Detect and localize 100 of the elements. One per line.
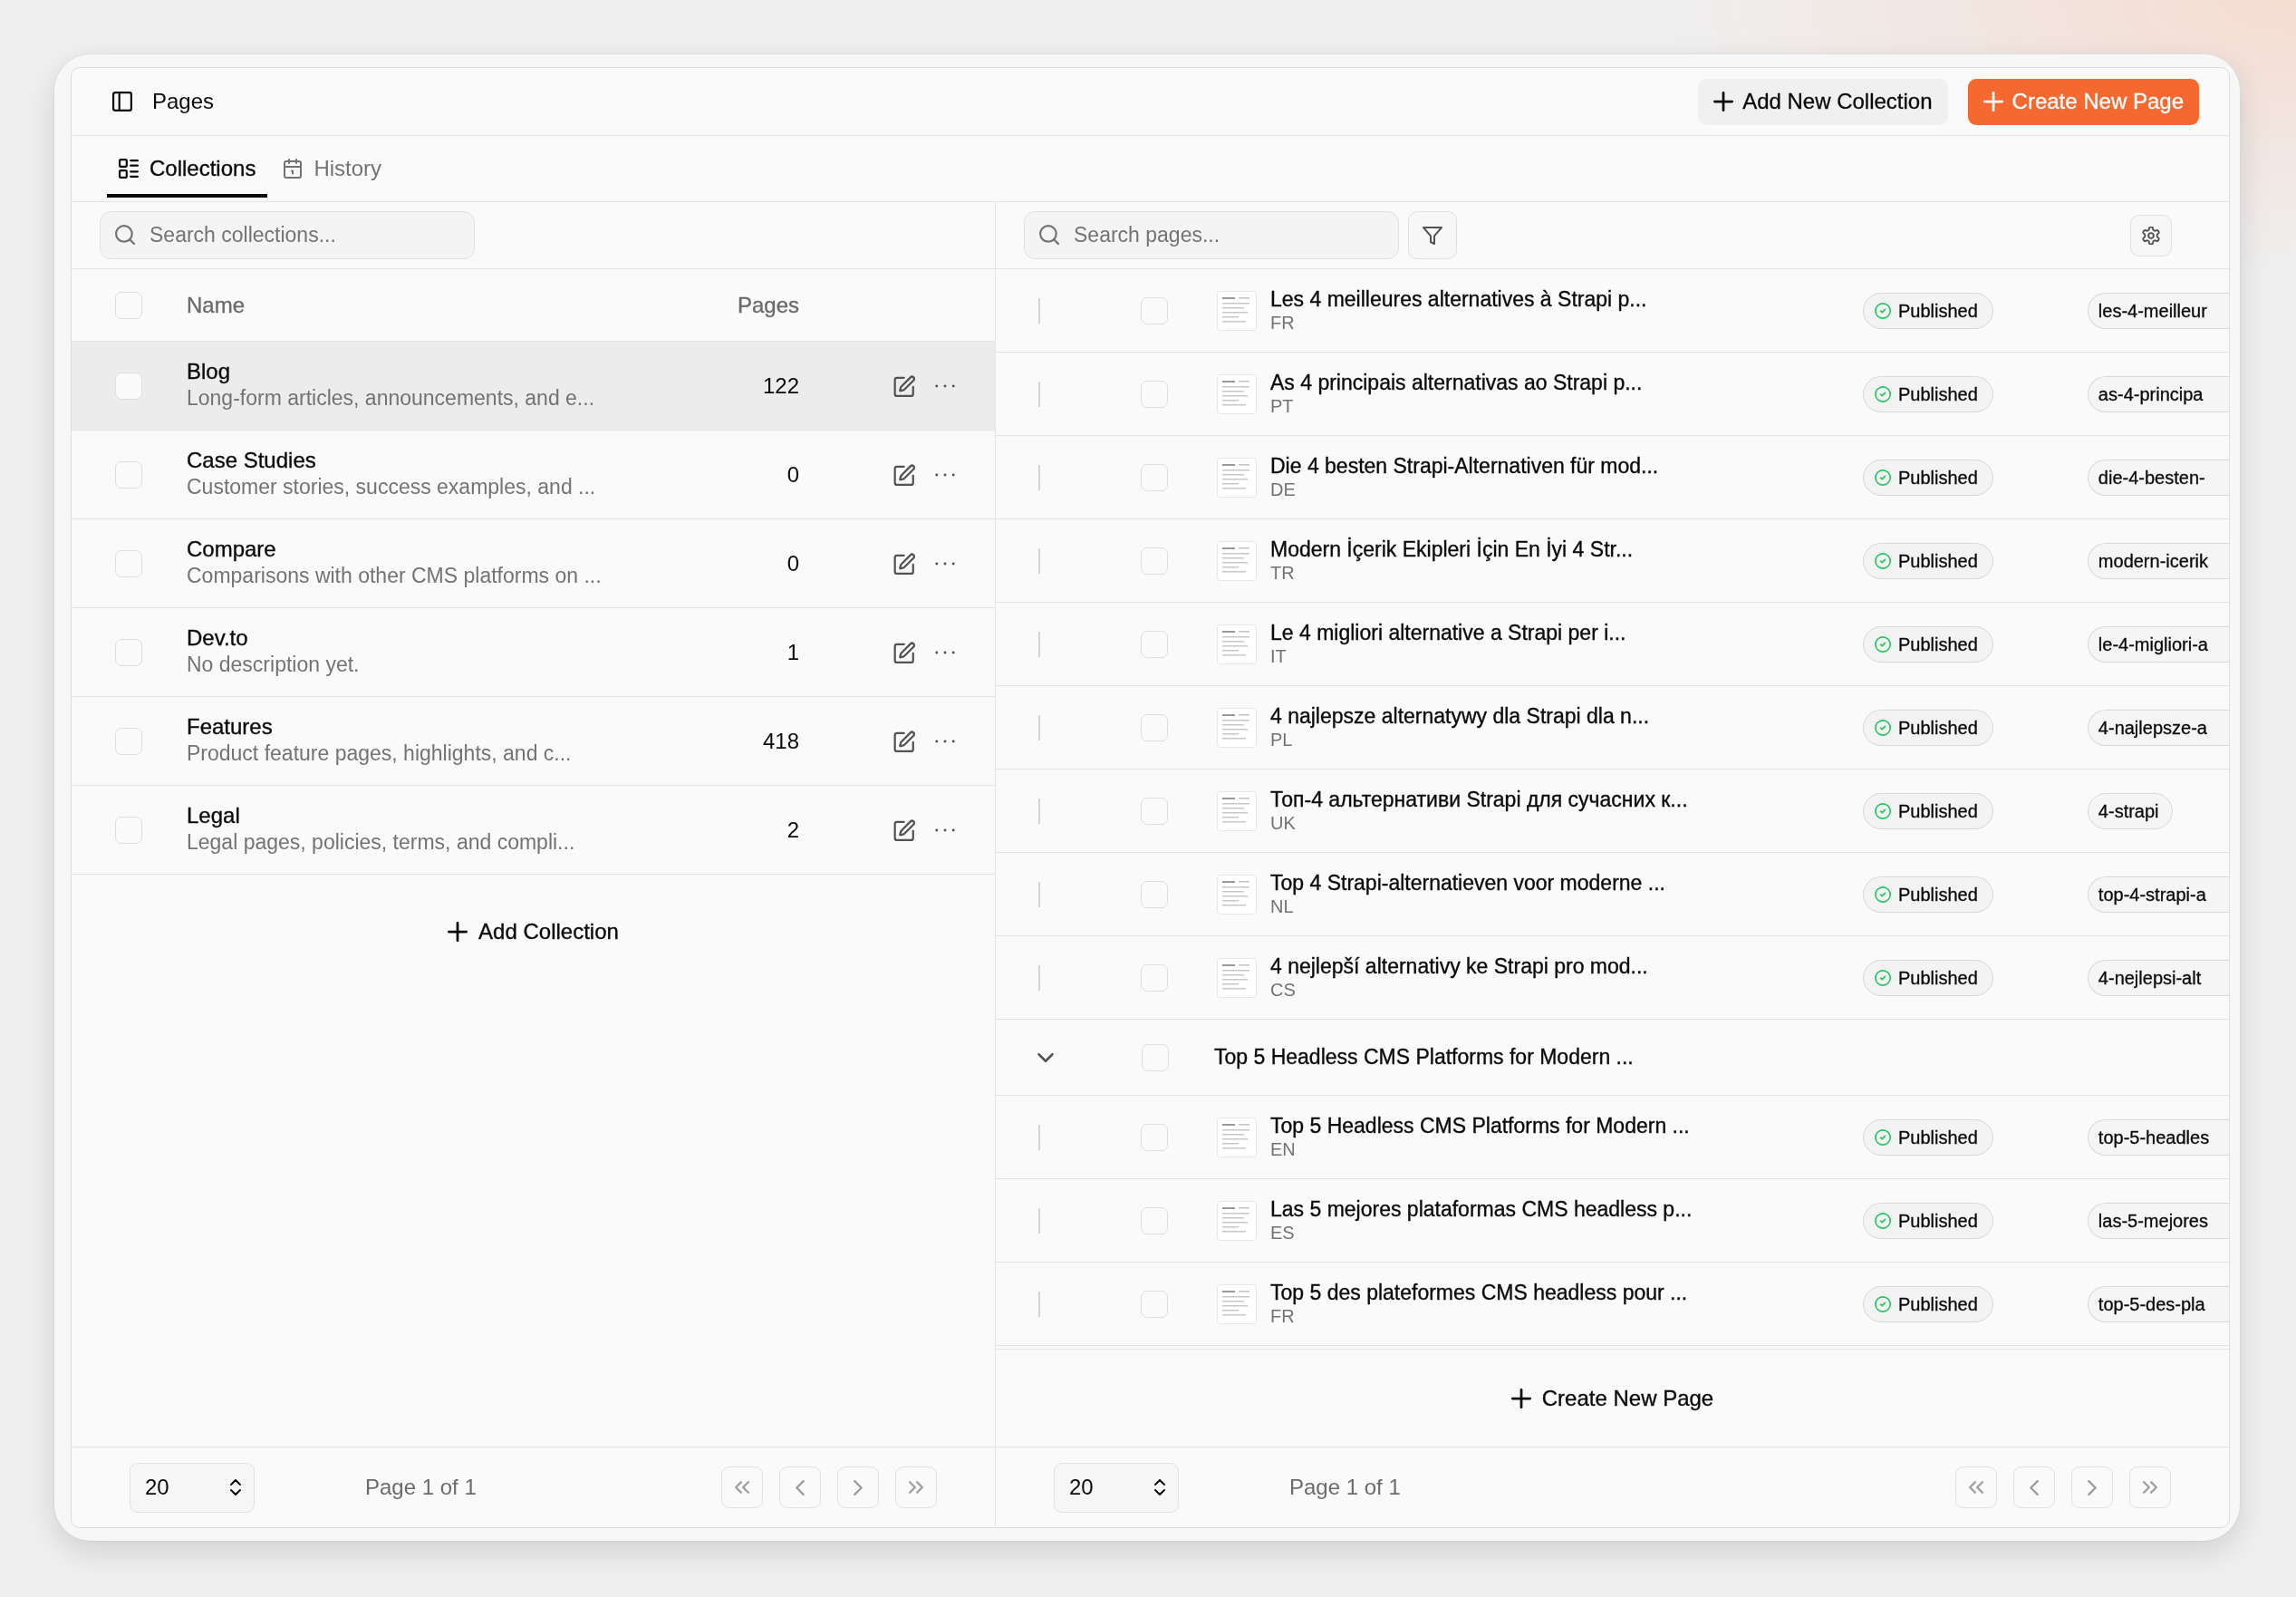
page-title[interactable]: Le 4 migliori alternative a Strapi per i... [1270, 619, 1626, 646]
checkbox[interactable] [1141, 713, 1168, 741]
plus-icon [448, 922, 468, 942]
check-circle-icon [1875, 1295, 1891, 1312]
page-title[interactable]: 4 nejlepší alternativy ke Strapi pro mod... [1270, 953, 1648, 980]
checkbox[interactable] [1141, 296, 1168, 324]
more-icon[interactable] [934, 560, 956, 566]
checkbox[interactable] [1141, 1206, 1168, 1234]
page-title[interactable]: Top 5 des plateformes CMS headless pour ... [1270, 1279, 1688, 1306]
slug-tag: modern-icerik [2087, 542, 2229, 579]
checkbox[interactable] [1141, 463, 1168, 491]
language-code: FR [1270, 312, 1295, 335]
collection-description: Product feature pages, highlights, and c... [187, 740, 572, 767]
more-icon[interactable] [934, 738, 956, 744]
check-circle-icon [1875, 1128, 1891, 1146]
page-count: 0 [786, 549, 799, 577]
check-circle-icon [1875, 886, 1891, 903]
more-icon[interactable] [934, 382, 956, 389]
status-badge: Published [1863, 1202, 1993, 1239]
checkbox[interactable] [1141, 630, 1168, 658]
checkbox[interactable] [1141, 380, 1168, 408]
edit-icon[interactable] [893, 552, 915, 575]
checkbox[interactable] [115, 638, 142, 666]
plus-icon [1713, 92, 1734, 111]
checkbox[interactable] [1142, 1043, 1169, 1071]
language-code: EN [1270, 1138, 1296, 1162]
check-circle-icon [1875, 1212, 1891, 1229]
check-circle-icon [1875, 802, 1891, 819]
slug-tag: top-5-headles [2087, 1118, 2229, 1156]
more-icon[interactable] [934, 471, 956, 478]
edit-icon[interactable] [893, 374, 915, 397]
checkbox[interactable] [1141, 880, 1168, 908]
checkbox[interactable] [1141, 547, 1168, 575]
page-title[interactable]: 4 najlepsze alternatywy dla Strapi dla n... [1270, 702, 1650, 730]
page-title[interactable]: As 4 principais alternativas ao Strapi p... [1270, 369, 1643, 396]
tree-line [1038, 714, 1040, 740]
language-code: PL [1270, 729, 1293, 752]
collection-name: Case Studies [187, 448, 316, 474]
document-thumbnail-icon [1217, 1283, 1257, 1324]
settings-button[interactable] [2130, 214, 2172, 256]
chevron-down-icon[interactable] [1037, 1052, 1054, 1062]
search-field[interactable]: Search pages... [1024, 211, 1399, 259]
page-title[interactable]: Modern İçerik Ekipleri İçin En İyi 4 Str... [1270, 536, 1634, 563]
page-title[interactable]: Top 5 Headless CMS Platforms for Modern ... [1270, 1112, 1690, 1139]
add-collection-button[interactable]: Add Collection [439, 912, 628, 952]
edit-icon[interactable] [893, 463, 915, 486]
sidebar-toggle-icon[interactable] [112, 92, 132, 111]
checkbox[interactable] [115, 460, 142, 489]
tab[interactable]: Collections [107, 143, 268, 198]
chevron-left-icon [796, 1479, 805, 1495]
checkbox[interactable] [1141, 1290, 1168, 1318]
checkbox[interactable] [1141, 1123, 1168, 1151]
check-circle-icon [1875, 719, 1891, 736]
page-size-select[interactable]: 20 [1054, 1462, 1179, 1513]
check-circle-icon [1875, 635, 1891, 653]
tree-line [1038, 297, 1040, 324]
collection-row[interactable]: Blog Long-form articles, announcements, and e... 122 [72, 342, 995, 431]
document-thumbnail-icon [1217, 373, 1257, 414]
more-icon[interactable] [934, 827, 956, 833]
add-new-collection-button[interactable]: Add New Collection [1698, 78, 1948, 125]
status-badge: Published [1863, 709, 1993, 746]
language-code: CS [1270, 979, 1296, 1002]
checkbox[interactable] [115, 372, 142, 400]
language-code: DE [1270, 479, 1296, 502]
column-header: Name [187, 291, 246, 319]
create-page-button[interactable]: Create New Page [1501, 1378, 1723, 1418]
filter-button[interactable] [1408, 211, 1457, 259]
checkbox[interactable] [115, 291, 142, 319]
slug-tag: 4-najlepsze-a [2087, 709, 2229, 746]
checkbox[interactable] [115, 727, 142, 755]
status-badge: Published [1863, 1285, 1993, 1322]
plus-icon [1982, 92, 2003, 111]
slug-tag: les-4-meilleur [2087, 292, 2229, 329]
edit-icon[interactable] [893, 641, 915, 663]
chevron-right-icon [2088, 1479, 2097, 1495]
tab[interactable]: History [271, 143, 394, 198]
checkbox[interactable] [1141, 797, 1168, 825]
page-title[interactable]: Las 5 mejores plataformas CMS headless p... [1270, 1195, 1693, 1223]
checkbox[interactable] [1141, 963, 1168, 992]
slug-tag: le-4-migliori-a [2087, 625, 2229, 663]
page-indicator: Page 1 of 1 [1289, 1474, 1401, 1501]
slug-tag: las-5-mejores [2087, 1202, 2229, 1239]
page-title[interactable]: Les 4 meilleures alternatives à Strapi p... [1270, 286, 1647, 313]
edit-icon[interactable] [893, 818, 915, 841]
collection-description: Long-form articles, announcements, and e... [187, 384, 595, 411]
page-title[interactable]: Die 4 besten Strapi-Alternativen für mod... [1270, 452, 1659, 479]
page-title[interactable]: Топ-4 альтернативи Strapi для сучасних к... [1270, 786, 1688, 813]
document-thumbnail-icon [1217, 874, 1257, 915]
slug-tag: 4-nejlepsi-alt [2087, 959, 2229, 996]
checkbox[interactable] [115, 549, 142, 577]
status-badge: Published [1863, 375, 1993, 412]
checkbox[interactable] [115, 816, 142, 844]
page-title[interactable]: Top 4 Strapi-alternatieven voor moderne ... [1270, 869, 1665, 896]
page-size-select[interactable]: 20 [130, 1462, 255, 1513]
edit-icon[interactable] [893, 730, 915, 752]
status-badge: Published [1863, 876, 1993, 913]
search-field[interactable]: Search collections... [100, 211, 475, 259]
chevrons-up-down-icon [230, 1479, 241, 1495]
group-title[interactable]: Top 5 Headless CMS Platforms for Modern ... [1214, 1041, 1634, 1073]
more-icon[interactable] [934, 649, 956, 655]
